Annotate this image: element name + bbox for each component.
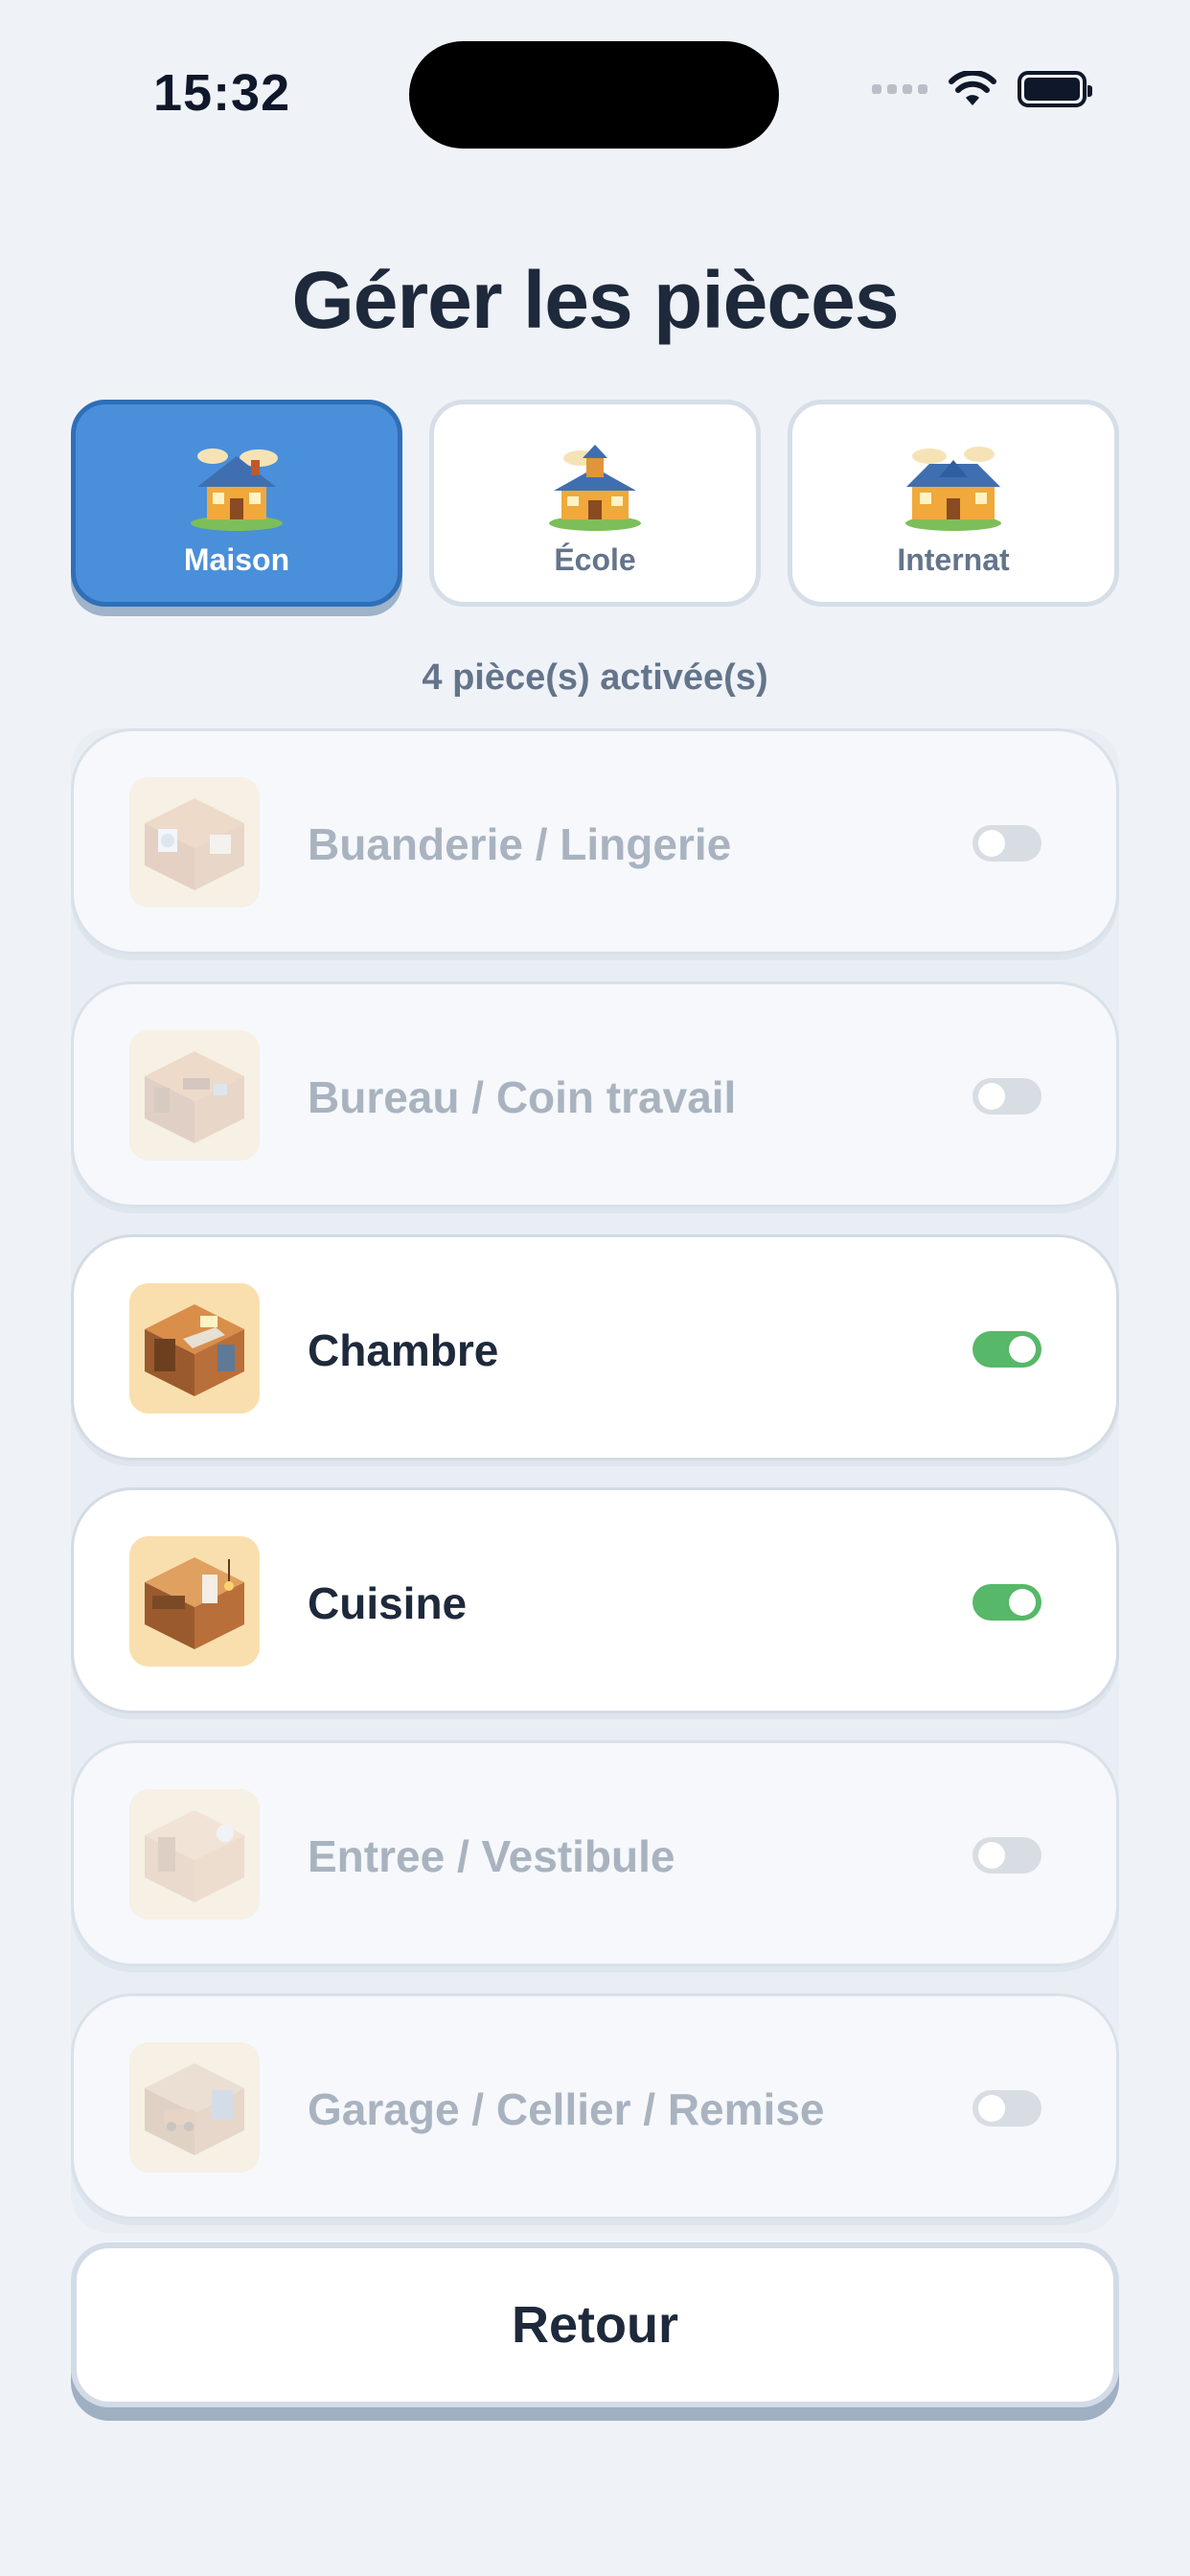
status-bar: 15:32 [0,0,1190,192]
room-toggle[interactable] [973,2090,1041,2127]
tab-label: Internat [897,542,1010,577]
room-row-garage[interactable]: Garage / Cellier / Remise [71,1993,1119,2220]
room-label: Chambre [308,1325,499,1375]
house-icon [191,448,283,531]
tab-ecole[interactable]: École [429,400,761,607]
room-toggle[interactable] [973,1837,1041,1874]
room-toggle[interactable] [973,1331,1041,1368]
status-time: 15:32 [153,64,291,122]
entrance-room-icon [129,1789,260,1920]
room-row-buanderie[interactable]: Buanderie / Lingerie [71,728,1119,954]
bedroom-icon [129,1283,260,1414]
tab-maison[interactable]: Maison [71,400,402,607]
laundry-room-icon [129,777,260,908]
room-toggle[interactable] [973,1584,1041,1621]
page-title: Gérer les pièces [291,255,899,345]
tab-internat[interactable]: Internat [788,400,1119,607]
back-button[interactable]: Retour [71,2242,1119,2407]
room-label: Cuisine [308,1578,468,1628]
room-toggle[interactable] [973,825,1041,862]
room-label: Entree / Vestibule [308,1831,675,1881]
wifi-icon [949,71,996,105]
dynamic-island [409,41,779,149]
room-row-chambre[interactable]: Chambre [71,1234,1119,1460]
kitchen-room-icon [129,1536,260,1667]
school-icon [549,445,641,531]
status-icons [872,71,1092,107]
room-label: Buanderie / Lingerie [308,819,732,869]
boarding-house-icon [905,447,1001,531]
garage-room-icon [129,2042,260,2173]
battery-icon [1018,71,1092,107]
room-row-bureau[interactable]: Bureau / Coin travail [71,981,1119,1208]
tab-label: Maison [183,542,290,577]
active-rooms-count: 4 pièce(s) activée(s) [422,657,768,698]
room-label: Bureau / Coin travail [308,1072,737,1122]
room-toggle[interactable] [973,1078,1041,1115]
tab-label: École [554,542,636,577]
room-row-entree[interactable]: Entree / Vestibule [71,1740,1119,1966]
office-room-icon [129,1030,260,1161]
room-list: Buanderie / Lingerie Bureau / Coin trava… [71,728,1119,2233]
location-tabs: Maison École Internat [71,400,1119,607]
room-label: Garage / Cellier / Remise [308,2084,825,2134]
cellular-signal-icon [872,84,927,94]
room-row-cuisine[interactable]: Cuisine [71,1487,1119,1714]
